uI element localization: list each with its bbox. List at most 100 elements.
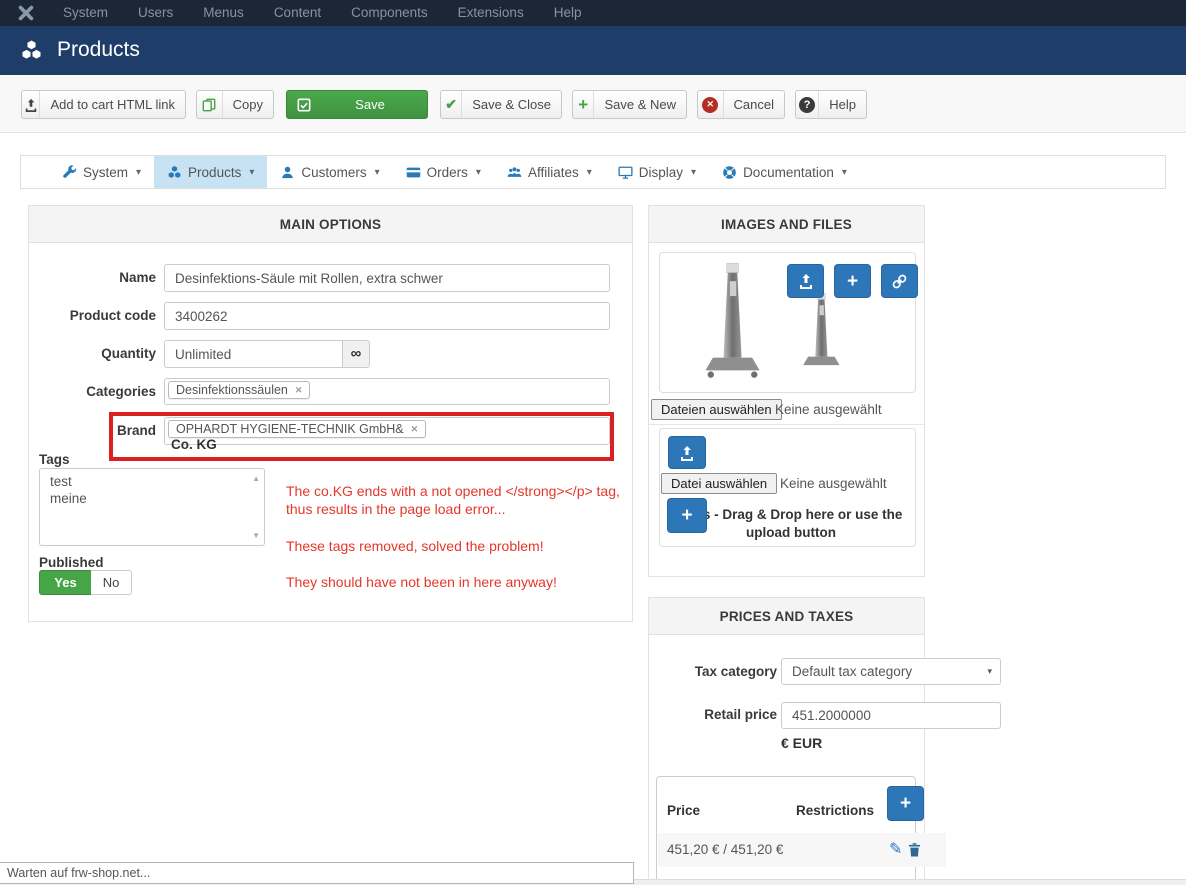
upload-image-button[interactable] bbox=[787, 264, 824, 298]
product-code-input[interactable] bbox=[164, 302, 610, 330]
dropzone-hint: Files - Drag & Drop here or use the uplo… bbox=[678, 506, 904, 542]
category-chip[interactable]: Desinfektionssäulen ✕ bbox=[168, 381, 310, 399]
link-image-button[interactable] bbox=[881, 264, 918, 298]
file-dropzone[interactable]: Datei auswählen Keine ausgewählt + Files… bbox=[659, 428, 916, 547]
help-button[interactable]: ? Help bbox=[795, 90, 867, 119]
brand-overflow-text: Co. KG bbox=[171, 437, 217, 452]
copy-button[interactable]: Copy bbox=[196, 90, 274, 119]
product-image-small[interactable] bbox=[798, 291, 844, 373]
choose-files-button[interactable]: Dateien auswählen bbox=[651, 399, 782, 420]
chevron-down-icon: ▾ bbox=[842, 167, 847, 178]
brand-chip[interactable]: OPHARDT HYGIENE-TECHNIK GmbH& ✕ bbox=[168, 420, 426, 438]
file-input-status: Keine ausgewählt bbox=[775, 402, 882, 417]
menu-extensions[interactable]: Extensions bbox=[443, 0, 539, 26]
cancel-button[interactable]: ✕ Cancel bbox=[697, 90, 785, 119]
component-nav: System▾ Products▾ Customers▾ Orders▾ Aff… bbox=[20, 155, 1166, 189]
tax-category-select[interactable]: Default tax category ▾ bbox=[781, 658, 1001, 685]
plus-icon: + bbox=[681, 506, 692, 525]
remove-tag-icon[interactable]: ✕ bbox=[295, 385, 303, 396]
nav-tab-products[interactable]: Products▾ bbox=[154, 156, 267, 188]
save-icon bbox=[297, 91, 311, 118]
chevron-down-icon: ▾ bbox=[249, 167, 254, 178]
tags-label: Tags bbox=[39, 452, 70, 467]
quantity-input[interactable] bbox=[164, 340, 343, 368]
joomla-logo-icon bbox=[16, 3, 36, 23]
menu-content[interactable]: Content bbox=[259, 0, 336, 26]
price-table-row: 451,20 € / 451,20 € ✎ bbox=[658, 833, 946, 867]
upload-file-button[interactable] bbox=[668, 436, 706, 469]
categories-input[interactable]: Desinfektionssäulen ✕ bbox=[164, 378, 610, 405]
restrictions-column-header: Restrictions bbox=[796, 803, 874, 818]
nav-tab-affiliates[interactable]: Affiliates▾ bbox=[494, 156, 605, 188]
menu-system[interactable]: System bbox=[48, 0, 123, 26]
credit-card-icon bbox=[406, 165, 421, 180]
menu-menus[interactable]: Menus bbox=[188, 0, 259, 26]
chevron-down-icon: ▾ bbox=[691, 167, 696, 178]
panel-title: MAIN OPTIONS bbox=[29, 206, 632, 243]
nav-tab-system[interactable]: System▾ bbox=[49, 156, 154, 188]
unlimited-quantity-button[interactable]: ∞ bbox=[342, 340, 370, 368]
chevron-down-icon: ▾ bbox=[587, 167, 592, 178]
panel-title: PRICES AND TAXES bbox=[649, 598, 924, 635]
tax-category-label: Tax category bbox=[649, 664, 777, 679]
delete-price-icon[interactable] bbox=[908, 842, 921, 862]
price-value: 451,20 € / 451,20 € bbox=[667, 842, 783, 857]
wrench-icon bbox=[62, 165, 77, 180]
menu-components[interactable]: Components bbox=[336, 0, 443, 26]
product-image-large[interactable] bbox=[696, 260, 768, 382]
menu-users[interactable]: Users bbox=[123, 0, 188, 26]
cubes-icon bbox=[167, 165, 182, 180]
add-image-button[interactable]: + bbox=[834, 264, 871, 298]
scroll-down-icon[interactable]: ▼ bbox=[252, 531, 260, 540]
nav-tab-orders[interactable]: Orders▾ bbox=[393, 156, 494, 188]
scroll-up-icon[interactable]: ▲ bbox=[252, 474, 260, 483]
help-icon: ? bbox=[796, 91, 819, 118]
tags-listbox[interactable]: test meine ▲ ▼ bbox=[39, 468, 265, 546]
currency-label: € EUR bbox=[781, 735, 822, 751]
price-table: Price Restrictions + 451,20 € / 451,20 €… bbox=[656, 776, 916, 885]
check-icon: ✔ bbox=[441, 91, 462, 118]
name-input[interactable] bbox=[164, 264, 610, 292]
page-title-bar: Products bbox=[0, 26, 1186, 75]
save-and-new-button[interactable]: + Save & New bbox=[572, 90, 687, 119]
toolbar: Add to cart HTML link Copy Save ✔ Save &… bbox=[0, 75, 1186, 133]
copy-icon bbox=[197, 91, 223, 118]
published-yes-toggle[interactable]: Yes bbox=[39, 570, 92, 595]
add-file-button[interactable]: + bbox=[667, 498, 707, 533]
nav-tab-customers[interactable]: Customers▾ bbox=[267, 156, 392, 188]
plus-icon: + bbox=[900, 794, 911, 813]
edit-price-icon[interactable]: ✎ bbox=[889, 839, 902, 859]
brand-input[interactable]: OPHARDT HYGIENE-TECHNIK GmbH& ✕ bbox=[164, 417, 610, 445]
retail-price-input[interactable] bbox=[781, 702, 1001, 729]
price-column-header: Price bbox=[667, 803, 700, 818]
user-icon bbox=[280, 165, 295, 180]
admin-menu-bar: System Users Menus Content Components Ex… bbox=[0, 0, 1186, 26]
upload-icon bbox=[798, 273, 814, 289]
add-to-cart-html-link-button[interactable]: Add to cart HTML link bbox=[21, 90, 186, 119]
tag-option[interactable]: meine bbox=[40, 490, 264, 507]
chevron-down-icon: ▾ bbox=[375, 167, 380, 178]
save-and-close-button[interactable]: ✔ Save & Close bbox=[440, 90, 562, 119]
prices-and-taxes-panel: PRICES AND TAXES Tax category Default ta… bbox=[648, 597, 925, 885]
file-input-row: Dateien auswählen Keine ausgewählt bbox=[649, 398, 924, 425]
life-ring-icon bbox=[722, 165, 737, 180]
upload-icon bbox=[679, 445, 695, 461]
annotation-text: They should have not been in here anyway… bbox=[286, 573, 638, 591]
published-no-toggle[interactable]: No bbox=[91, 570, 132, 595]
choose-file-button[interactable]: Datei auswählen bbox=[661, 473, 777, 494]
upload-icon bbox=[22, 91, 40, 118]
nav-tab-display[interactable]: Display▾ bbox=[605, 156, 709, 188]
save-button[interactable]: Save bbox=[286, 90, 428, 119]
tag-option[interactable]: test bbox=[40, 469, 264, 490]
published-label: Published bbox=[39, 555, 104, 570]
cubes-icon bbox=[20, 39, 43, 62]
add-price-button[interactable]: + bbox=[887, 786, 924, 821]
brand-label: Brand bbox=[29, 423, 156, 438]
link-icon bbox=[891, 273, 908, 290]
product-images-box: + bbox=[659, 252, 916, 393]
nav-tab-documentation[interactable]: Documentation▾ bbox=[709, 156, 860, 188]
chevron-down-icon: ▾ bbox=[476, 167, 481, 178]
annotation-text: The co.KG ends with a not opened </stron… bbox=[286, 482, 638, 518]
menu-help[interactable]: Help bbox=[539, 0, 597, 26]
remove-tag-icon[interactable]: ✕ bbox=[411, 424, 419, 435]
